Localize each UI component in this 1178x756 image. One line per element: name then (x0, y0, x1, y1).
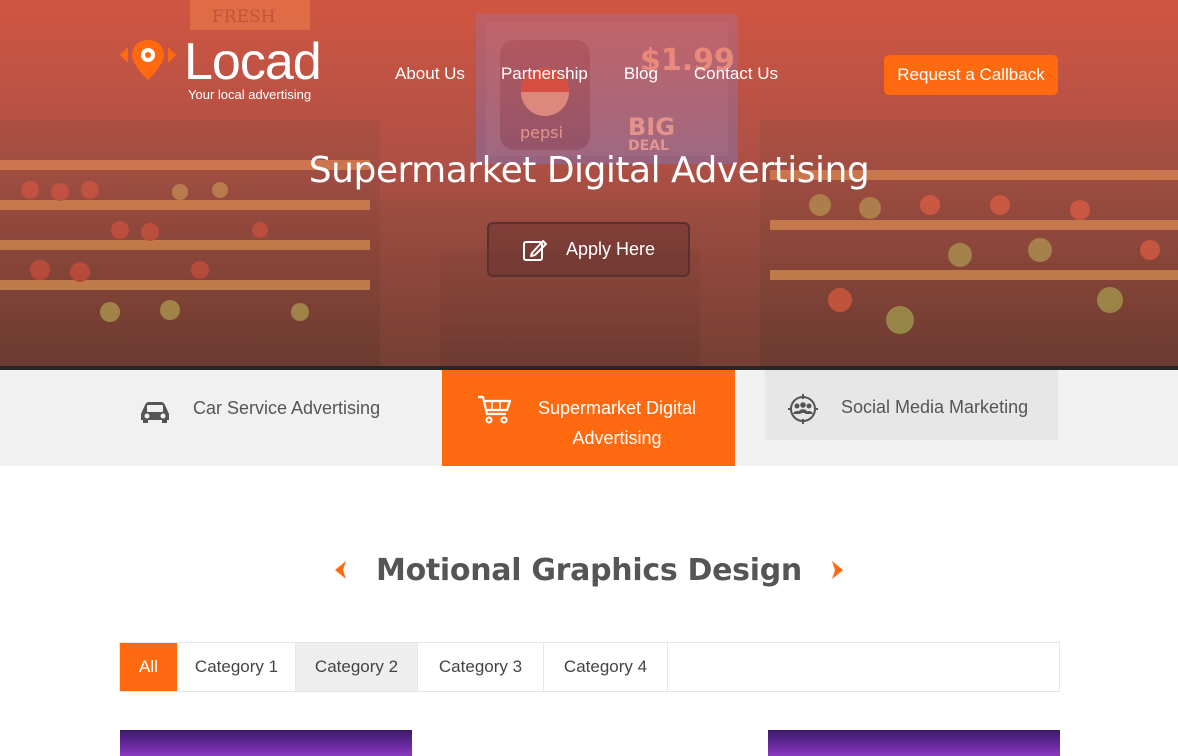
logo-wordmark: Locad (184, 33, 322, 91)
hero-title: Supermarket Digital Advertising (308, 150, 870, 191)
tab-car-label: Car Service Advertising (193, 398, 381, 418)
section-title: Motional Graphics Design (376, 552, 802, 588)
filter-category-3[interactable]: Category 3 (418, 643, 544, 691)
nav-about-us[interactable]: About Us (395, 64, 465, 84)
tab-supermarket-label: Supermarket Digital Advertising (537, 398, 697, 448)
portfolio-thumbnail[interactable] (768, 730, 1060, 756)
nav-partnership[interactable]: Partnership (501, 64, 588, 84)
apply-here-label: Apply Here (565, 239, 656, 259)
tab-social-media-marketing[interactable]: Social Media Marketing (765, 370, 1058, 440)
tab-car-service-advertising[interactable]: Car Service Advertising (137, 370, 380, 466)
filter-all[interactable]: All (120, 643, 178, 691)
main-nav: About Us Partnership Blog Contact Us (395, 64, 814, 84)
car-icon (141, 402, 169, 423)
logo-tagline: Your local advertising (188, 87, 312, 102)
portfolio-thumbnail[interactable] (120, 730, 412, 756)
nav-contact-us[interactable]: Contact Us (694, 64, 778, 84)
filter-category-2[interactable]: Category 2 (296, 643, 418, 691)
request-callback-button[interactable]: Request a Callback (884, 55, 1058, 95)
section-header: Motional Graphics Design (0, 548, 1178, 592)
arrow-right-icon[interactable] (828, 559, 846, 581)
nav-blog[interactable]: Blog (624, 64, 658, 84)
target-audience-icon (788, 394, 818, 424)
filter-category-1[interactable]: Category 1 (178, 643, 296, 691)
filter-category-4[interactable]: Category 4 (544, 643, 668, 691)
apply-here-button[interactable]: Apply Here (487, 222, 690, 277)
hero-banner: pepsi $1.99 BIG DEAL FRESH Locad Your lo… (0, 0, 1178, 366)
location-pin-icon (120, 40, 176, 80)
tab-social-label: Social Media Marketing (841, 397, 1029, 417)
category-filter: All Category 1 Category 2 Category 3 Cat… (119, 642, 1060, 692)
arrow-left-icon[interactable] (332, 559, 350, 581)
service-tabs: Car Service Advertising Supermarket Digi… (0, 370, 1178, 466)
logo[interactable]: Locad Your local advertising (118, 33, 322, 102)
shopping-cart-icon (478, 395, 512, 424)
edit-icon (522, 239, 547, 261)
tab-supermarket-digital-advertising[interactable]: Supermarket Digital Advertising (442, 370, 735, 466)
